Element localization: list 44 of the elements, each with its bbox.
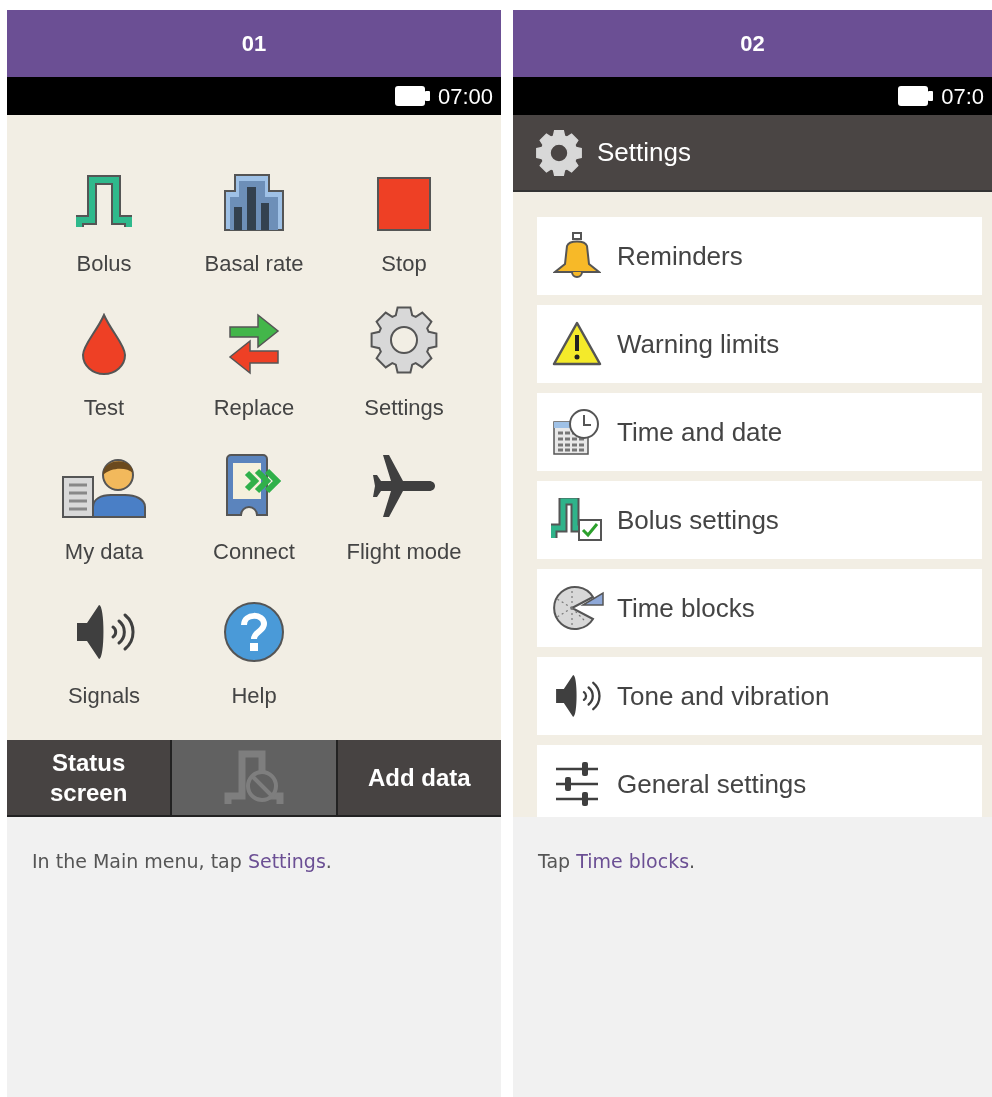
settings-list-item[interactable]: Reminders xyxy=(537,217,982,295)
menu-tile[interactable]: Stop xyxy=(329,161,479,305)
settings-list-item[interactable]: Time blocks xyxy=(537,569,982,647)
settings-list-item[interactable]: General settings xyxy=(537,745,982,817)
bar-chart-icon xyxy=(223,173,285,231)
menu-tile[interactable]: Test xyxy=(29,305,179,449)
step-number: 02 xyxy=(740,30,765,58)
instruction-text: Tap Time blocks. xyxy=(538,849,697,874)
menu-tile[interactable]: Connect xyxy=(179,449,329,593)
settings-link[interactable]: Settings xyxy=(247,850,326,872)
warning-icon xyxy=(552,321,602,367)
menu-tile[interactable]: Help xyxy=(179,593,329,737)
menu-tile[interactable]: Basal rate xyxy=(179,161,329,305)
menu-tile[interactable]: Bolus xyxy=(29,161,179,305)
bottom-bar-button[interactable]: Status screen xyxy=(7,740,171,815)
settings-list-item[interactable]: Tone and vibration xyxy=(537,657,982,735)
airplane-icon xyxy=(371,453,437,519)
drop-icon xyxy=(81,313,127,375)
calendar-clock-icon xyxy=(552,408,602,456)
clock-time: 07:00 xyxy=(437,82,493,111)
screen-title: Settings xyxy=(597,136,691,169)
bolus-check-icon xyxy=(551,498,603,542)
swap-arrows-icon xyxy=(228,313,280,375)
bottom-bar-button[interactable]: Add data xyxy=(337,740,501,815)
settings-list-item[interactable]: Time and date xyxy=(537,393,982,471)
settings-list-item[interactable]: Warning limits xyxy=(537,305,982,383)
square-icon xyxy=(377,177,431,231)
instruction-text: In the Main menu, tap Settings. xyxy=(32,849,333,874)
menu-tile[interactable]: Flight mode xyxy=(329,449,479,593)
battery-icon xyxy=(393,85,432,107)
help-icon xyxy=(223,601,285,663)
menu-tile[interactable]: My data xyxy=(29,449,179,593)
clock-time: 07:0 xyxy=(941,82,984,111)
battery-icon xyxy=(897,85,936,107)
menu-tile[interactable]: Settings xyxy=(329,305,479,449)
menu-tile[interactable]: Replace xyxy=(179,305,329,449)
sliders-icon xyxy=(554,761,600,807)
menu-tile[interactable]: Signals xyxy=(29,593,179,737)
settings-icon xyxy=(535,128,583,177)
gear-icon xyxy=(369,305,439,375)
step-number: 01 xyxy=(241,30,267,58)
bell-icon xyxy=(553,232,601,280)
settings-list-item[interactable]: Bolus settings xyxy=(537,481,982,559)
settings-link[interactable]: Time blocks xyxy=(576,850,690,872)
